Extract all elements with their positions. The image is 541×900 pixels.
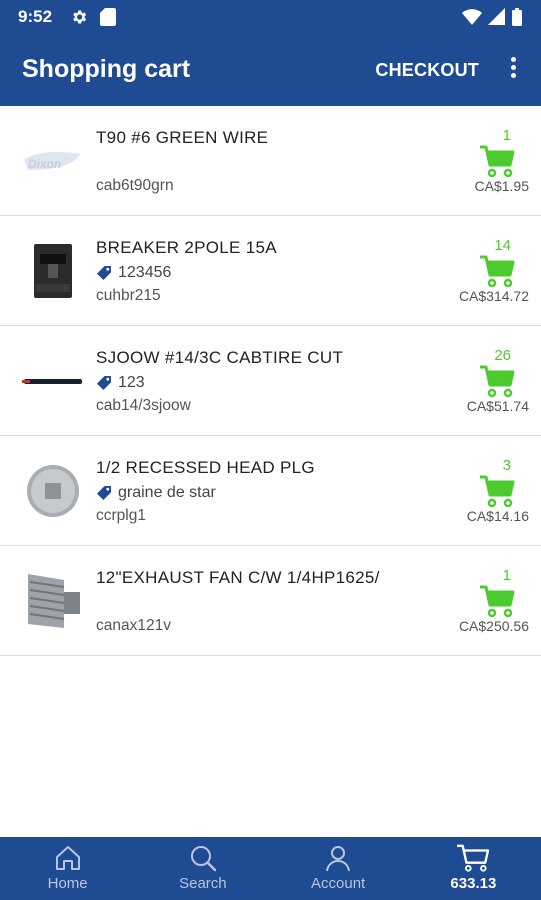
nav-cart[interactable]: 633.13 <box>406 837 541 900</box>
nav-search-label: Search <box>179 875 227 892</box>
item-price: CA$1.95 <box>474 178 529 194</box>
breaker-image <box>20 236 86 306</box>
price-tag-icon <box>97 266 111 280</box>
item-price: CA$314.72 <box>458 288 529 304</box>
cart-item[interactable]: 12"EXHAUST FAN C/W 1/4HP1625/ canax121v … <box>0 546 541 656</box>
page-title: Shopping cart <box>22 55 191 83</box>
item-sku: cab6t90grn <box>96 177 174 194</box>
item-price: CA$250.56 <box>458 618 529 634</box>
cable-image <box>20 346 86 416</box>
cart-item[interactable]: 1/2 RECESSED HEAD PLG graine de star ccr… <box>0 436 541 546</box>
bottom-navigation: Home Search Account 633.13 <box>0 837 541 900</box>
item-tag: 123456 <box>96 264 171 282</box>
item-tag-text: 123456 <box>118 264 172 281</box>
wifi-icon <box>462 8 482 31</box>
sim-card-icon <box>100 8 116 31</box>
cart-item[interactable]: BREAKER 2POLE 15A 123456 cuhbr215 14 CA$… <box>0 216 541 326</box>
account-icon <box>326 846 351 872</box>
search-icon <box>190 846 217 872</box>
nav-home[interactable]: Home <box>0 837 135 900</box>
home-icon <box>55 846 80 870</box>
item-name: SJOOW #14/3C CABTIRE CUT <box>96 348 344 367</box>
item-tag: graine de star <box>96 484 216 502</box>
item-tag: 123 <box>96 374 145 392</box>
item-quantity: 1 <box>502 127 511 144</box>
app-bar: Shopping cart CHECKOUT <box>0 34 541 106</box>
add-to-cart-icon[interactable] <box>479 254 515 288</box>
price-tag-icon <box>97 486 111 500</box>
add-to-cart-icon[interactable] <box>479 474 515 508</box>
settings-gear-icon <box>70 8 88 31</box>
item-price: CA$51.74 <box>466 398 529 414</box>
checkout-button[interactable]: CHECKOUT <box>375 60 479 81</box>
add-to-cart-icon[interactable] <box>479 584 515 618</box>
item-tag-text: 123 <box>118 374 145 391</box>
more-options-icon[interactable] <box>501 54 525 86</box>
item-quantity: 14 <box>494 237 511 254</box>
cart-item[interactable]: Dixon T90 #6 GREEN WIRE cab6t90grn 1 CA$… <box>0 106 541 216</box>
item-name: 12"EXHAUST FAN C/W 1/4HP1625/ <box>96 568 380 587</box>
item-sku: cab14/3sjoow <box>96 397 191 414</box>
price-tag-icon <box>97 376 111 390</box>
cart-total: 633.13 <box>450 875 497 892</box>
nav-search[interactable]: Search <box>135 837 270 900</box>
cart-item-list: Dixon T90 #6 GREEN WIRE cab6t90grn 1 CA$… <box>0 106 541 656</box>
nav-account[interactable]: Account <box>271 837 406 900</box>
add-to-cart-icon[interactable] <box>479 144 515 178</box>
item-quantity: 1 <box>502 567 511 584</box>
cart-item[interactable]: SJOOW #14/3C CABTIRE CUT 123 cab14/3sjoo… <box>0 326 541 436</box>
battery-icon <box>512 8 522 31</box>
item-sku: cuhbr215 <box>96 287 161 304</box>
cart-icon <box>457 844 490 872</box>
signal-icon <box>488 8 505 31</box>
plug-image <box>20 456 86 526</box>
item-sku: canax121v <box>96 617 171 634</box>
add-to-cart-icon[interactable] <box>479 364 515 398</box>
dixon-logo-image: Dixon <box>20 126 86 196</box>
item-name: BREAKER 2POLE 15A <box>96 238 277 257</box>
nav-account-label: Account <box>311 875 366 892</box>
item-quantity: 26 <box>494 347 511 364</box>
item-name: T90 #6 GREEN WIRE <box>96 128 269 147</box>
item-quantity: 3 <box>502 457 511 474</box>
item-name: 1/2 RECESSED HEAD PLG <box>96 458 315 477</box>
dixon-logo-text: Dixon <box>28 157 61 171</box>
status-bar: 9:52 <box>0 0 541 34</box>
item-sku: ccrplg1 <box>96 507 146 524</box>
item-price: CA$14.16 <box>466 508 529 524</box>
status-time: 9:52 <box>18 7 53 26</box>
item-tag-text: graine de star <box>118 484 216 501</box>
exhaust-fan-image <box>20 566 86 636</box>
nav-home-label: Home <box>47 875 88 892</box>
